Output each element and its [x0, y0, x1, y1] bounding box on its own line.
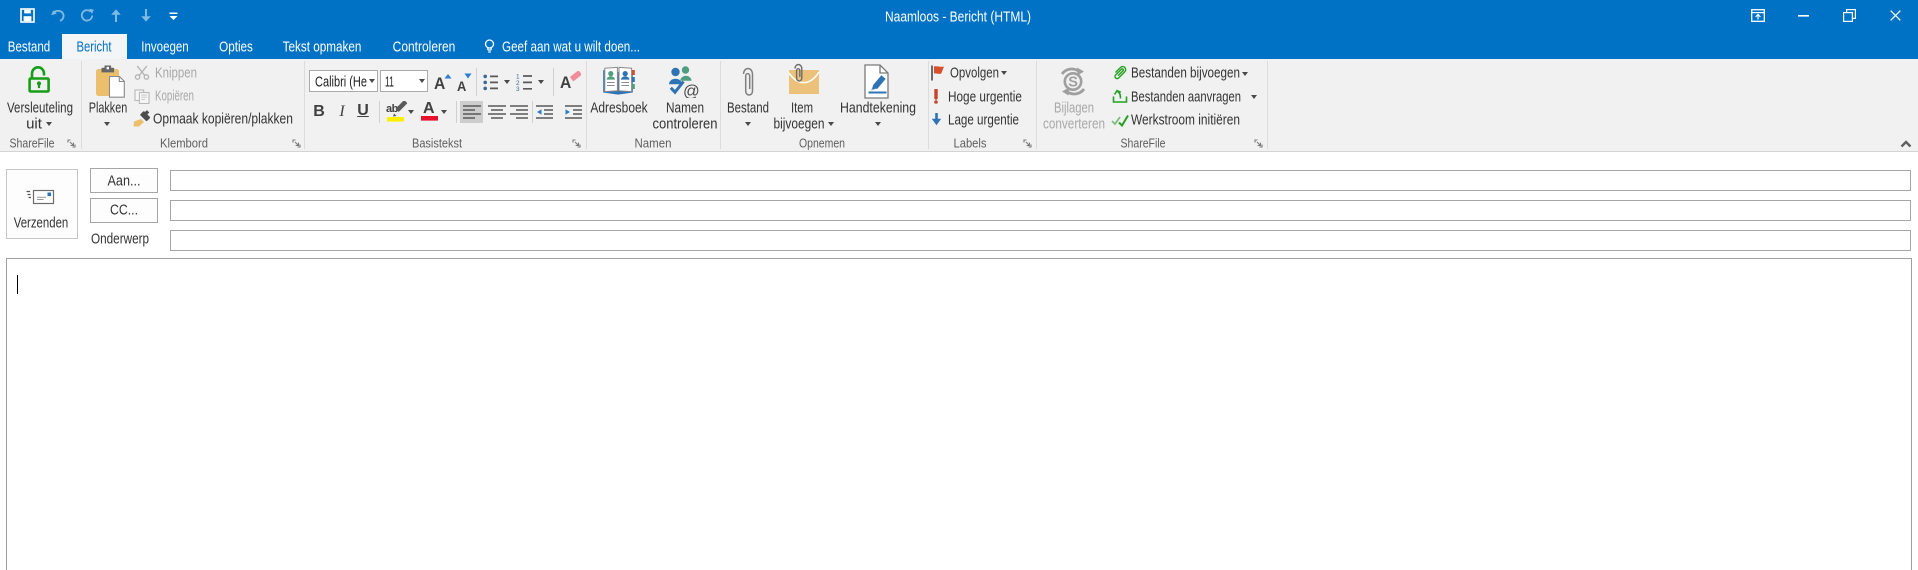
svg-text:3: 3	[516, 86, 520, 91]
svg-text:S: S	[1068, 75, 1078, 91]
svg-text:@: @	[683, 83, 700, 99]
